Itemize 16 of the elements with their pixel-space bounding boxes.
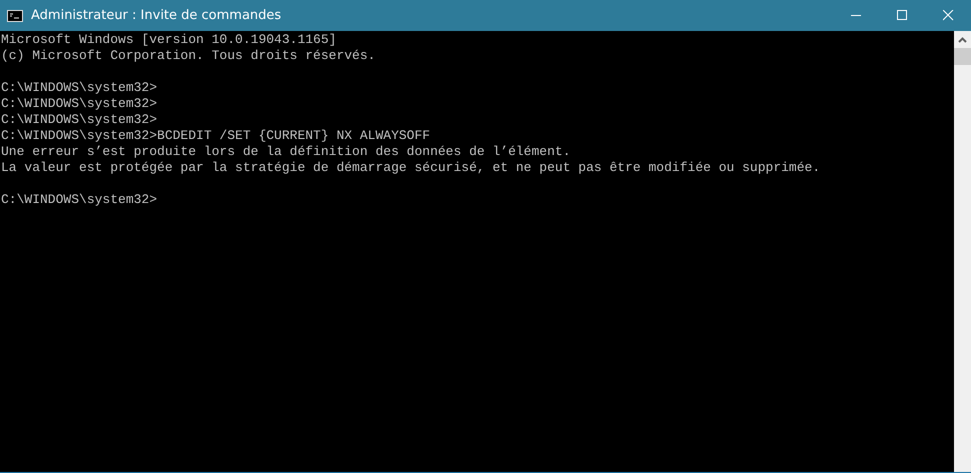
- scroll-thumb[interactable]: [954, 48, 971, 65]
- console-line: La valeur est protégée par la stratégie de démarrage sécurisé, et ne peut pas être modifiée ou supprimée.: [1, 160, 820, 175]
- console-line: Une erreur s’est produite lors de la définition des données de l’élément.: [1, 144, 570, 159]
- console-line: C:\WINDOWS\system32>: [1, 192, 158, 207]
- close-icon: [942, 10, 954, 21]
- console-line: (c) Microsoft Corporation. Tous droits réservés.: [1, 48, 376, 63]
- console-line: Microsoft Windows [version 10.0.19043.1165]: [1, 32, 336, 47]
- console-line: C:\WINDOWS\system32>BCDEDIT /SET {CURRENT} NX ALWAYSOFF: [1, 128, 430, 143]
- console-line: C:\WINDOWS\system32>: [1, 96, 158, 111]
- scrollbar[interactable]: [954, 31, 971, 472]
- console-line: C:\WINDOWS\system32>: [1, 80, 158, 95]
- console-icon: [7, 10, 23, 22]
- console-line: C:\WINDOWS\system32>: [1, 112, 158, 127]
- scroll-up-icon[interactable]: [958, 36, 967, 42]
- maximize-icon: [896, 10, 908, 21]
- window-title: Administrateur : Invite de commandes: [31, 8, 282, 23]
